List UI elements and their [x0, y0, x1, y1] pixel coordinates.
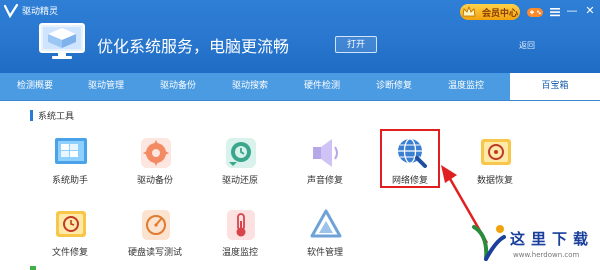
section-marker — [30, 110, 33, 121]
watermark-url: www.herdown.com — [513, 251, 580, 259]
tab-driver-backup[interactable]: 驱动备份 — [142, 73, 214, 100]
close-button[interactable]: ✕ — [582, 3, 598, 19]
temperature-monitor-icon — [227, 210, 255, 240]
section-title: 系统工具 — [38, 112, 75, 122]
watermark-logo-icon — [472, 225, 506, 261]
monitor-illustration-icon — [39, 23, 85, 59]
tool-label: 声音修复 — [306, 176, 343, 186]
tool-disk-rw-test[interactable]: 硬盘读写测试 — [125, 205, 185, 269]
sound-repair-icon — [313, 139, 338, 167]
software-manager-icon — [310, 209, 342, 238]
system-assistant-icon — [55, 138, 87, 164]
menu-icon[interactable] — [548, 5, 562, 19]
watermark-text: 这里下载 — [510, 230, 595, 248]
app-title: 驱动精灵 — [22, 7, 59, 17]
driver-restore-icon — [226, 138, 256, 168]
open-button[interactable]: 打开 — [335, 36, 377, 53]
tool-driver-backup[interactable]: 驱动备份 — [125, 133, 185, 197]
disk-rw-test-icon — [142, 210, 170, 240]
tool-label: 驱动备份 — [136, 176, 173, 186]
tool-label: 文件修复 — [51, 248, 88, 258]
vip-center-label: 会员中心 — [482, 9, 519, 19]
app-logo-icon — [3, 3, 19, 19]
tool-system-assistant[interactable]: 系统助手 — [40, 133, 100, 197]
main-nav-bar: 检测概要 驱动管理 驱动备份 驱动搜索 硬件检测 诊断修复 温度监控 百宝箱 — [0, 73, 600, 101]
tab-scan-overview[interactable]: 检测概要 — [0, 73, 70, 100]
tool-software-manager[interactable]: 软件管理 — [295, 205, 355, 269]
tool-label: 硬盘读写测试 — [127, 248, 182, 258]
app-window: 驱动精灵 会员中心 — ✕ 优化系统服务，电脑更流畅 打开 返回 检测概要 驱动… — [0, 0, 600, 270]
next-section-marker — [30, 266, 36, 270]
crown-icon — [462, 5, 476, 17]
tab-diagnose-repair[interactable]: 诊断修复 — [358, 73, 430, 100]
tab-temperature-monitor[interactable]: 温度监控 — [430, 73, 502, 100]
tool-file-repair[interactable]: 文件修复 — [40, 205, 100, 269]
tool-driver-restore[interactable]: 驱动还原 — [210, 133, 270, 197]
tab-driver-search[interactable]: 驱动搜索 — [214, 73, 286, 100]
tab-driver-management[interactable]: 驱动管理 — [70, 73, 142, 100]
network-repair-highlight-box — [380, 129, 440, 188]
minimize-button[interactable]: — — [564, 3, 580, 19]
driver-backup-icon — [141, 138, 171, 168]
tab-hardware-detect[interactable]: 硬件检测 — [286, 73, 358, 100]
tool-temperature-monitor[interactable]: 温度监控 — [210, 205, 270, 269]
gamepad-icon[interactable] — [526, 4, 544, 20]
title-bar: 驱动精灵 会员中心 — ✕ — [0, 0, 600, 24]
file-repair-icon — [56, 211, 86, 237]
header: 驱动精灵 会员中心 — ✕ 优化系统服务，电脑更流畅 打开 返回 — [0, 0, 600, 73]
tool-label: 系统助手 — [51, 176, 88, 186]
vip-center-button[interactable]: 会员中心 — [460, 4, 520, 20]
banner-title: 优化系统服务，电脑更流畅 — [97, 37, 290, 56]
tool-label: 软件管理 — [306, 248, 343, 258]
tool-sound-repair[interactable]: 声音修复 — [295, 133, 355, 197]
watermark: 这里下载 www.herdown.com — [470, 216, 600, 270]
tab-toolbox[interactable]: 百宝箱 — [510, 73, 600, 100]
back-link[interactable]: 返回 — [519, 40, 535, 51]
tool-label: 温度监控 — [221, 248, 258, 258]
tool-label: 驱动还原 — [221, 176, 258, 186]
